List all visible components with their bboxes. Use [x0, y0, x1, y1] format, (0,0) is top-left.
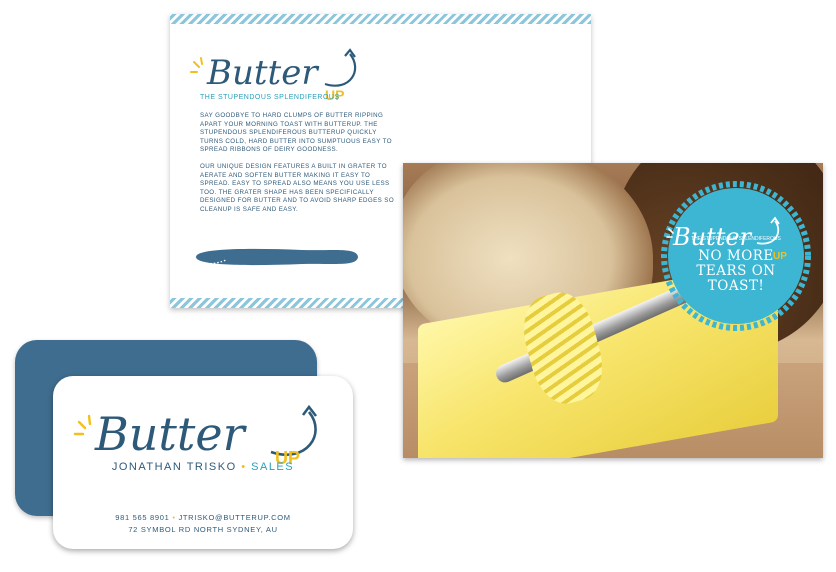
arrow-icon	[324, 53, 357, 87]
flyer-paragraph: OUR UNIQUE DESIGN FEATURES A BUILT IN GR…	[200, 162, 395, 213]
product-photo: Butter UP THE STUPENDOUS SPLENDIFEROUS N…	[403, 163, 823, 458]
badge-slogan: NO MORE TEARS ON TOAST!	[680, 249, 792, 294]
badge-tagline: THE STUPENDOUS SPLENDIFEROUS	[691, 236, 781, 242]
street-address: 72 SYMBOL RD NORTH SYDNEY, AU	[128, 525, 278, 534]
separator-dot: •	[241, 461, 247, 473]
flyer-top-stripe	[170, 14, 591, 24]
card-logo: Butter UP	[73, 404, 318, 466]
card-contact: 981 565 8901 • JTRISKO@BUTTERUP.COM 72 S…	[53, 512, 353, 536]
sun-rays-icon	[73, 414, 92, 436]
flyer-paragraph: SAY GOODBYE TO HARD CLUMPS OF BUTTER RIP…	[200, 112, 392, 154]
person-name: JONATHAN TRISKO	[111, 461, 237, 473]
email-address: JTRISKO@BUTTERUP.COM	[178, 513, 291, 522]
butter-knife-icon	[196, 248, 358, 266]
card-logo-word: Butter	[94, 407, 248, 461]
badge-slogan-line: TEARS ON	[696, 263, 776, 279]
phone-number: 981 565 8901	[115, 513, 170, 522]
sun-rays-icon	[190, 57, 203, 73]
flyer-tagline: THE STUPENDOUS SPLENDIFEROUS	[200, 94, 340, 101]
badge-slogan-line: NO MORE	[698, 248, 774, 264]
flyer-logo: Butter UP	[190, 48, 357, 102]
badge-slogan-line: TOAST!	[707, 278, 765, 294]
flyer-body: SAY GOODBYE TO HARD CLUMPS OF BUTTER RIP…	[200, 112, 400, 223]
separator-dot: •	[172, 513, 176, 522]
person-role: SALES	[251, 461, 295, 473]
flyer-logo-word: Butter	[206, 53, 319, 93]
business-card-front: Butter UP JONATHAN TRISKO • SALES 981 56…	[53, 376, 353, 549]
card-name-line: JONATHAN TRISKO • SALES	[53, 461, 353, 473]
